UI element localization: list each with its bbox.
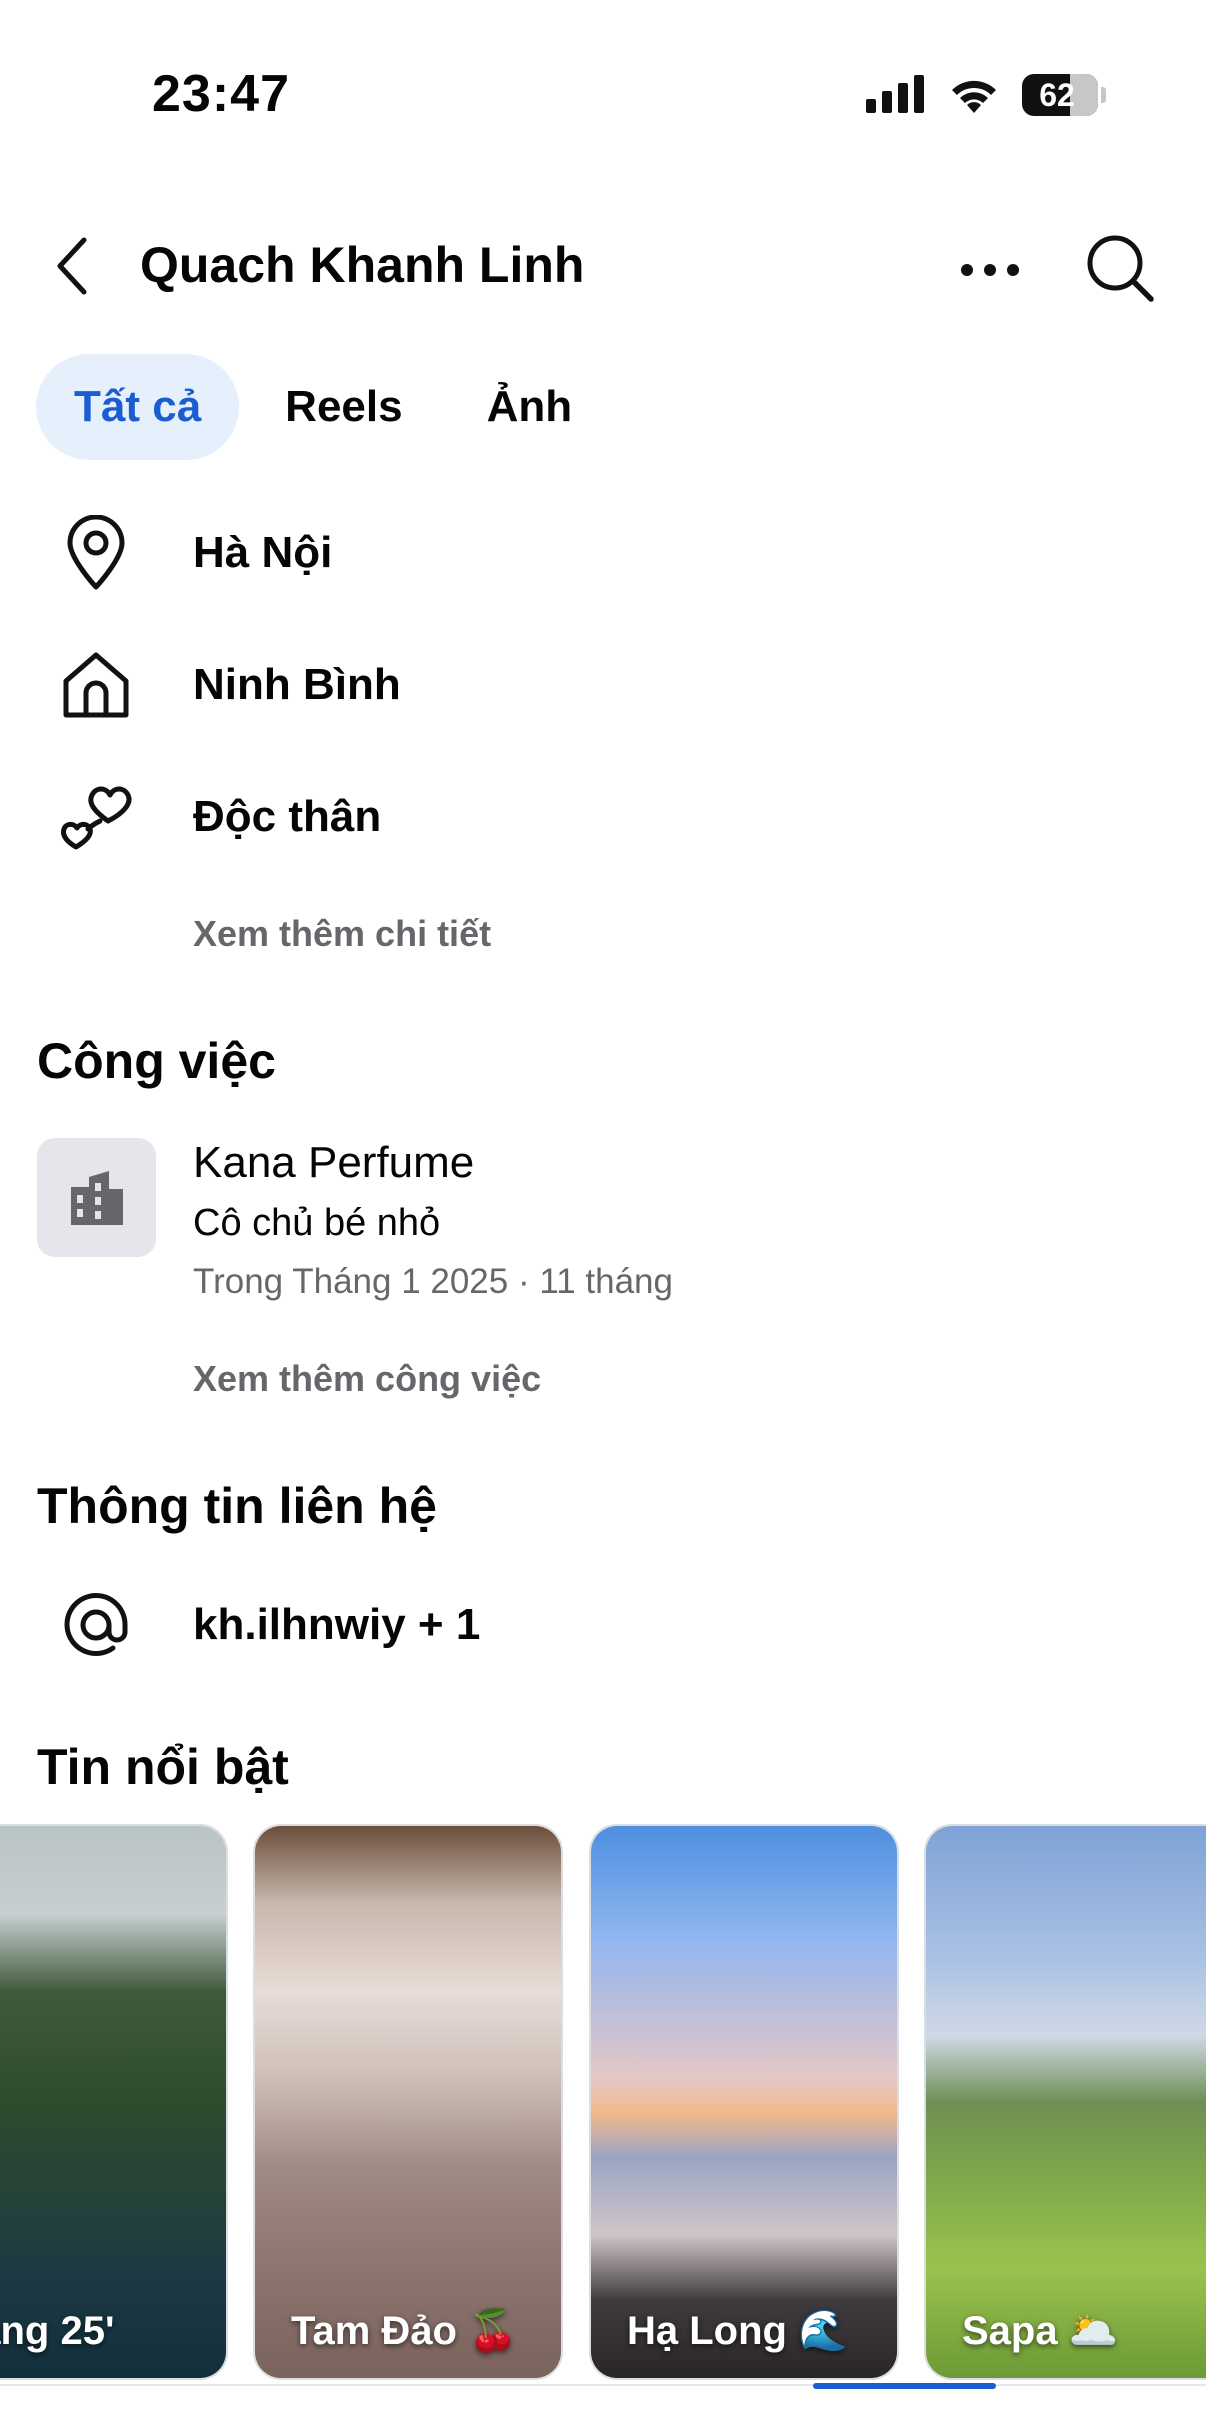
highlight-card[interactable]: Sapa 🌥️ [924, 1824, 1206, 2380]
work-period: Trong Tháng 1 2025 · 11 tháng [193, 1262, 673, 1301]
highlights-section-title: Tin nổi bật [37, 1739, 289, 1795]
battery-level: 62 [1039, 76, 1075, 113]
contact-handle: kh.ilhnwiy + 1 [193, 1600, 481, 1649]
work-role: Cô chủ bé nhỏ [193, 1202, 441, 1244]
relationship-row: Độc thân [0, 762, 1206, 872]
highlight-label: Tam Đảo 🍒 [291, 2309, 518, 2353]
page-title: Quach Khanh Linh [140, 237, 585, 293]
status-time: 23:47 [152, 65, 290, 123]
highlight-label: yang 25' [0, 2309, 115, 2353]
at-sign-icon [50, 1579, 142, 1671]
scroll-indicator [813, 2383, 996, 2389]
tab-all[interactable]: Tất cả [36, 354, 240, 460]
tab-bar: Tất cả Reels Ảnh [36, 354, 610, 460]
cellular-signal-icon [866, 75, 924, 113]
search-button[interactable] [1080, 228, 1160, 308]
relationship-text: Độc thân [193, 792, 382, 841]
highlight-card[interactable]: Tam Đảo 🍒 [253, 1824, 563, 2380]
current-city-row: Hà Nội [0, 498, 1206, 608]
header: Quach Khanh Linh [0, 200, 1206, 330]
highlight-card[interactable]: yang 25' [0, 1824, 228, 2380]
home-icon [50, 639, 142, 731]
back-button[interactable] [42, 234, 102, 298]
tab-reels[interactable]: Reels [247, 354, 440, 460]
work-company[interactable]: Kana Perfume [193, 1138, 474, 1188]
status-icons: 62 [866, 74, 1106, 116]
battery-icon: 62 [1022, 74, 1106, 116]
hometown-text: Ninh Bình [193, 660, 401, 709]
more-dots-icon [961, 264, 1019, 276]
chevron-left-icon [57, 237, 87, 295]
see-more-work-link[interactable]: Xem thêm công việc [193, 1358, 541, 1400]
building-icon [37, 1138, 156, 1257]
contact-row[interactable]: kh.ilhnwiy + 1 [0, 1570, 1206, 1680]
highlights-carousel[interactable]: yang 25' Tam Đảo 🍒 Hạ Long 🌊 Sapa 🌥️ [0, 1824, 1206, 2384]
contact-section-title: Thông tin liên hệ [37, 1478, 437, 1534]
see-more-details-link[interactable]: Xem thêm chi tiết [193, 913, 491, 955]
work-section-title: Công việc [37, 1033, 276, 1089]
hometown-row: Ninh Bình [0, 630, 1206, 740]
highlight-label: Sapa 🌥️ [962, 2309, 1119, 2353]
location-pin-icon [50, 507, 142, 599]
current-city-text: Hà Nội [193, 528, 333, 577]
status-bar: 23:47 62 [0, 0, 1206, 150]
tab-photos[interactable]: Ảnh [449, 354, 611, 460]
bottom-divider [0, 2384, 1206, 2386]
search-icon [1087, 235, 1154, 302]
highlight-label: Hạ Long 🌊 [627, 2309, 848, 2353]
wifi-icon [952, 80, 996, 113]
hearts-icon [50, 771, 142, 863]
more-options-button[interactable] [950, 240, 1030, 300]
highlight-card[interactable]: Hạ Long 🌊 [589, 1824, 899, 2380]
